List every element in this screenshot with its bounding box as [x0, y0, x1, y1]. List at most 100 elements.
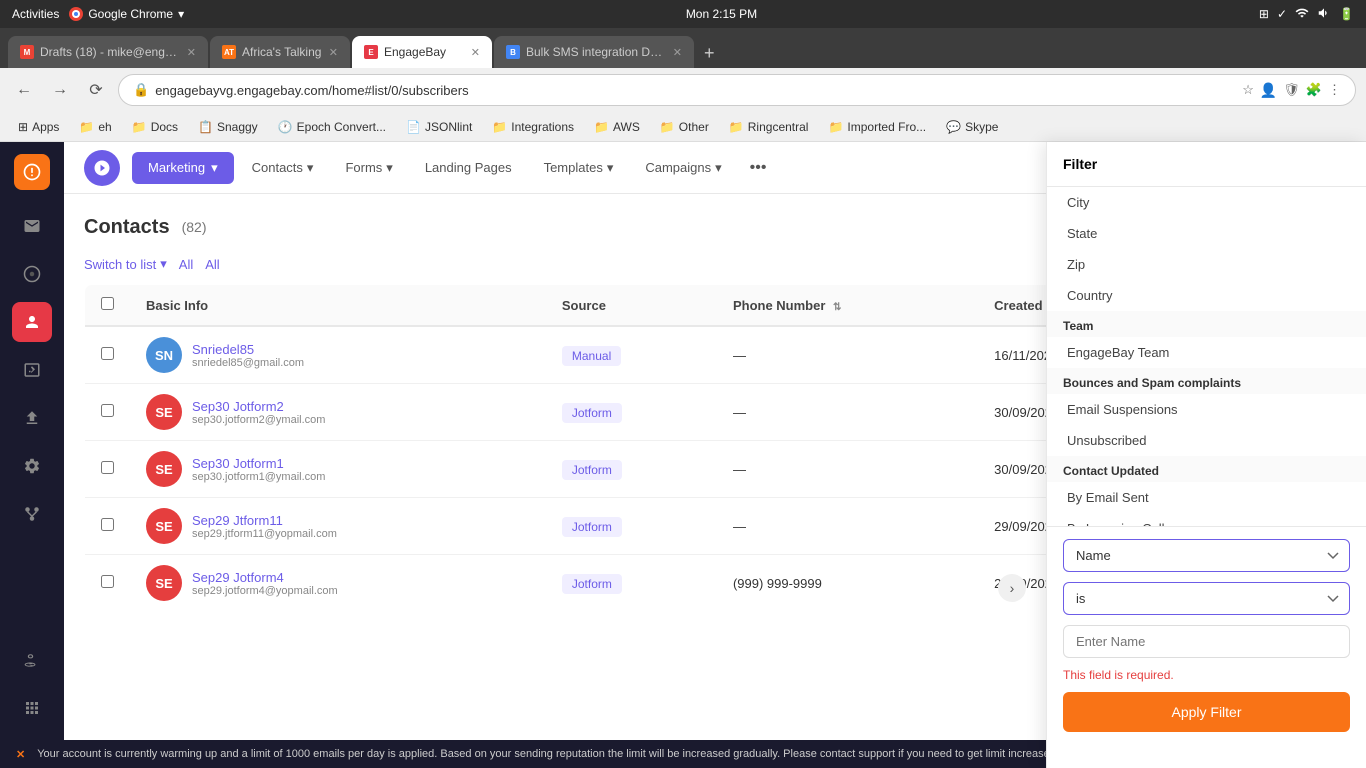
all-filter-button-1[interactable]: All: [179, 257, 193, 272]
col-checkbox: [85, 285, 131, 327]
sidebar-contacts-icon[interactable]: [12, 302, 52, 342]
reload-button[interactable]: ⟳: [82, 76, 110, 104]
nav-contacts-arrow: ▾: [307, 160, 314, 176]
filter-list-item[interactable]: Country: [1047, 280, 1366, 311]
tab-label-engagebay: EngageBay: [384, 45, 465, 59]
switch-list-button[interactable]: Switch to list ▾: [84, 256, 167, 272]
filter-list-item[interactable]: By Incoming Call: [1047, 513, 1366, 527]
tab-close-africa[interactable]: ✕: [329, 46, 338, 59]
chrome-menu-icon[interactable]: ⋮: [1328, 82, 1341, 98]
sidebar-gear-icon[interactable]: [12, 446, 52, 486]
nav-templates[interactable]: Templates ▾: [530, 152, 628, 184]
address-bar-row: ← → ⟳ 🔒 engagebayvg.engagebay.com/home#l…: [0, 68, 1366, 112]
browser-dropdown-icon[interactable]: ▾: [178, 7, 184, 21]
tab-bulksms[interactable]: B Bulk SMS integration Doc... ✕: [494, 36, 694, 68]
new-tab-button[interactable]: +: [696, 39, 723, 68]
nav-contacts[interactable]: Contacts ▾: [238, 152, 328, 184]
nav-forms[interactable]: Forms ▾: [331, 152, 406, 184]
forward-button[interactable]: →: [46, 76, 74, 104]
bookmark-label-epoch: Epoch Convert...: [297, 120, 386, 134]
tab-close-bulksms[interactable]: ✕: [673, 46, 682, 59]
filter-name-select[interactable]: NameEmailPhoneSourceStatus: [1063, 539, 1350, 572]
row-checkbox-1[interactable]: [101, 404, 114, 417]
address-bar[interactable]: 🔒 engagebayvg.engagebay.com/home#list/0/…: [118, 74, 1356, 106]
filter-list-item[interactable]: Email Suspensions: [1047, 394, 1366, 425]
sidebar-upload-icon[interactable]: [12, 398, 52, 438]
filter-list-item[interactable]: Unsubscribed: [1047, 425, 1366, 456]
contact-email: sep30.jotform2@ymail.com: [192, 414, 325, 426]
system-time: Mon 2:15 PM: [686, 7, 757, 21]
extension-icon-1[interactable]: 👤: [1260, 82, 1277, 99]
jsonlint-icon: 📄: [406, 120, 421, 134]
bookmark-docs[interactable]: 📁 Docs: [124, 117, 186, 137]
extension-icon-2[interactable]: 🛡: [1283, 82, 1300, 98]
bookmark-integrations[interactable]: 📁 Integrations: [484, 117, 582, 137]
filter-list-item[interactable]: City: [1047, 187, 1366, 218]
contact-name[interactable]: Sep30 Jotform1: [192, 456, 325, 471]
filter-condition-select[interactable]: isis notcontainsdoes not containstarts w…: [1063, 582, 1350, 615]
puzzle-icon[interactable]: 🧩: [1306, 82, 1322, 98]
bookmark-star-icon[interactable]: ☆: [1242, 82, 1254, 98]
apply-filter-button[interactable]: Apply Filter: [1063, 692, 1350, 732]
phone-sort-icon[interactable]: ⇅: [833, 302, 841, 313]
bookmark-epoch[interactable]: 🕐 Epoch Convert...: [270, 117, 394, 137]
notification-close[interactable]: ✕: [16, 748, 25, 761]
nav-more-button[interactable]: •••: [740, 151, 777, 185]
tab-favicon-africa: AT: [222, 45, 236, 59]
row-checkbox-2[interactable]: [101, 461, 114, 474]
back-button[interactable]: ←: [10, 76, 38, 104]
contact-name[interactable]: Sep30 Jotform2: [192, 399, 325, 414]
contact-email: sep29.jtform11@yopmail.com: [192, 528, 337, 540]
select-all-checkbox[interactable]: [101, 297, 114, 310]
address-text[interactable]: engagebayvg.engagebay.com/home#list/0/su…: [155, 83, 1236, 98]
contact-email: sep30.jotform1@ymail.com: [192, 471, 325, 483]
filter-list-item[interactable]: Zip: [1047, 249, 1366, 280]
sidebar-mail-icon[interactable]: [12, 206, 52, 246]
sidebar-java-icon[interactable]: [12, 640, 52, 680]
nav-templates-arrow: ▾: [607, 160, 614, 176]
bookmark-other[interactable]: 📁 Other: [652, 117, 717, 137]
col-source: Source: [546, 285, 717, 327]
tab-drafts[interactable]: M Drafts (18) - mike@engag... ✕: [8, 36, 208, 68]
contact-email: sep29.jotform4@yopmail.com: [192, 585, 338, 597]
contact-name[interactable]: Sep29 Jtform11: [192, 513, 337, 528]
contact-name[interactable]: Snriedel85: [192, 342, 304, 357]
tab-close-drafts[interactable]: ✕: [187, 46, 196, 59]
sidebar-terminal-icon[interactable]: [12, 350, 52, 390]
sidebar-chrome-icon[interactable]: [12, 254, 52, 294]
volume-icon: [1317, 6, 1331, 23]
bookmark-apps[interactable]: ⊞ Apps: [10, 117, 67, 137]
bookmark-eh[interactable]: 📁 eh: [71, 117, 119, 137]
row-checkbox-3[interactable]: [101, 518, 114, 531]
tab-africa[interactable]: AT Africa's Talking ✕: [210, 36, 350, 68]
tab-engagebay[interactable]: E EngageBay ✕: [352, 36, 492, 68]
contact-name[interactable]: Sep29 Jotform4: [192, 570, 338, 585]
nav-campaigns[interactable]: Campaigns ▾: [631, 152, 735, 184]
filter-list-item[interactable]: By Email Sent: [1047, 482, 1366, 513]
row-checkbox-4[interactable]: [101, 575, 114, 588]
marketing-button[interactable]: Marketing ▾: [132, 152, 234, 184]
bookmark-jsonlint[interactable]: 📄 JSONlint: [398, 117, 480, 137]
row-basic-info: SE Sep30 Jotform2 sep30.jotform2@ymail.c…: [130, 384, 546, 441]
tab-close-engagebay[interactable]: ✕: [471, 46, 480, 59]
nav-landing-pages[interactable]: Landing Pages: [411, 152, 526, 183]
contact-email: snriedel85@gmail.com: [192, 357, 304, 369]
bookmark-ringcentral[interactable]: 📁 Ringcentral: [721, 117, 817, 137]
filter-controls: NameEmailPhoneSourceStatus isis notconta…: [1047, 527, 1366, 744]
nav-campaigns-arrow: ▾: [715, 160, 722, 176]
tab-bar: M Drafts (18) - mike@engag... ✕ AT Afric…: [0, 28, 1366, 68]
bookmark-aws[interactable]: 📁 AWS: [586, 117, 648, 137]
filter-section-header: Contact Updated: [1047, 456, 1366, 482]
address-icons: ☆ 👤 🛡 🧩 ⋮: [1242, 82, 1341, 99]
filter-list-item[interactable]: EngageBay Team: [1047, 337, 1366, 368]
bookmark-snaggy[interactable]: 📋 Snaggy: [190, 117, 266, 137]
sidebar-grid-icon[interactable]: [12, 688, 52, 728]
bookmark-imported[interactable]: 📁 Imported Fro...: [820, 117, 934, 137]
filter-value-input[interactable]: [1063, 625, 1350, 658]
bookmark-skype[interactable]: 💬 Skype: [938, 117, 1006, 137]
next-page-button[interactable]: ›: [998, 574, 1026, 602]
sidebar-integrations-icon[interactable]: [12, 494, 52, 534]
row-checkbox-0[interactable]: [101, 347, 114, 360]
filter-list-item[interactable]: State: [1047, 218, 1366, 249]
all-filter-button-2[interactable]: All: [205, 257, 219, 272]
